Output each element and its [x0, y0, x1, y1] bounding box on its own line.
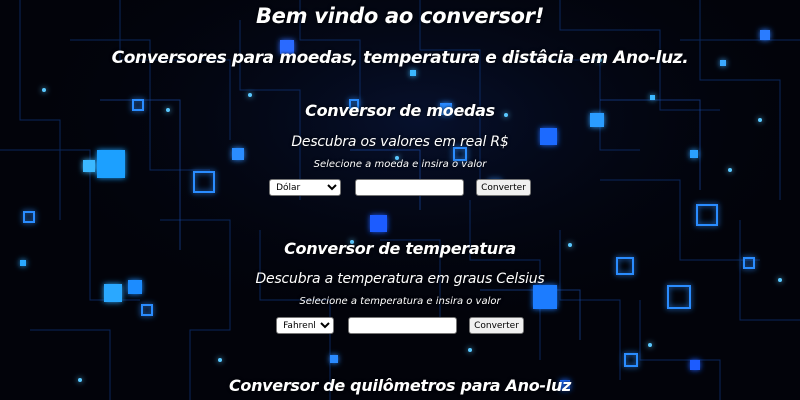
temperature-form: Fahrenheit Converter	[0, 317, 800, 334]
temperature-value-input[interactable]	[348, 317, 458, 334]
distance-heading: Conversor de quilômetros para Ano-luz	[228, 376, 572, 395]
temperature-heading: Conversor de temperatura	[284, 239, 516, 258]
temperature-instruction: Selecione a temperatura e insira o valor	[299, 296, 501, 307]
currency-heading: Conversor de moedas	[305, 101, 495, 120]
main-content: Bem vindo ao conversor! Conversores para…	[0, 0, 800, 400]
currency-convert-button[interactable]: Converter	[476, 179, 531, 196]
page-title: Bem vindo ao conversor!	[255, 4, 545, 28]
temperature-convert-button[interactable]: Converter	[469, 317, 524, 334]
page-subtitle: Conversores para moedas, temperatura e d…	[111, 48, 689, 68]
currency-instruction: Selecione a moeda e insira o valor	[313, 159, 487, 170]
currency-value-input[interactable]	[355, 179, 465, 196]
temperature-description: Descubra a temperatura em graus Celsius	[255, 271, 545, 287]
currency-description: Descubra os valores em real R$	[291, 134, 509, 150]
temperature-select[interactable]: Fahrenheit	[276, 317, 335, 334]
currency-form: Dólar Converter	[0, 179, 800, 196]
currency-select[interactable]: Dólar	[269, 179, 342, 196]
